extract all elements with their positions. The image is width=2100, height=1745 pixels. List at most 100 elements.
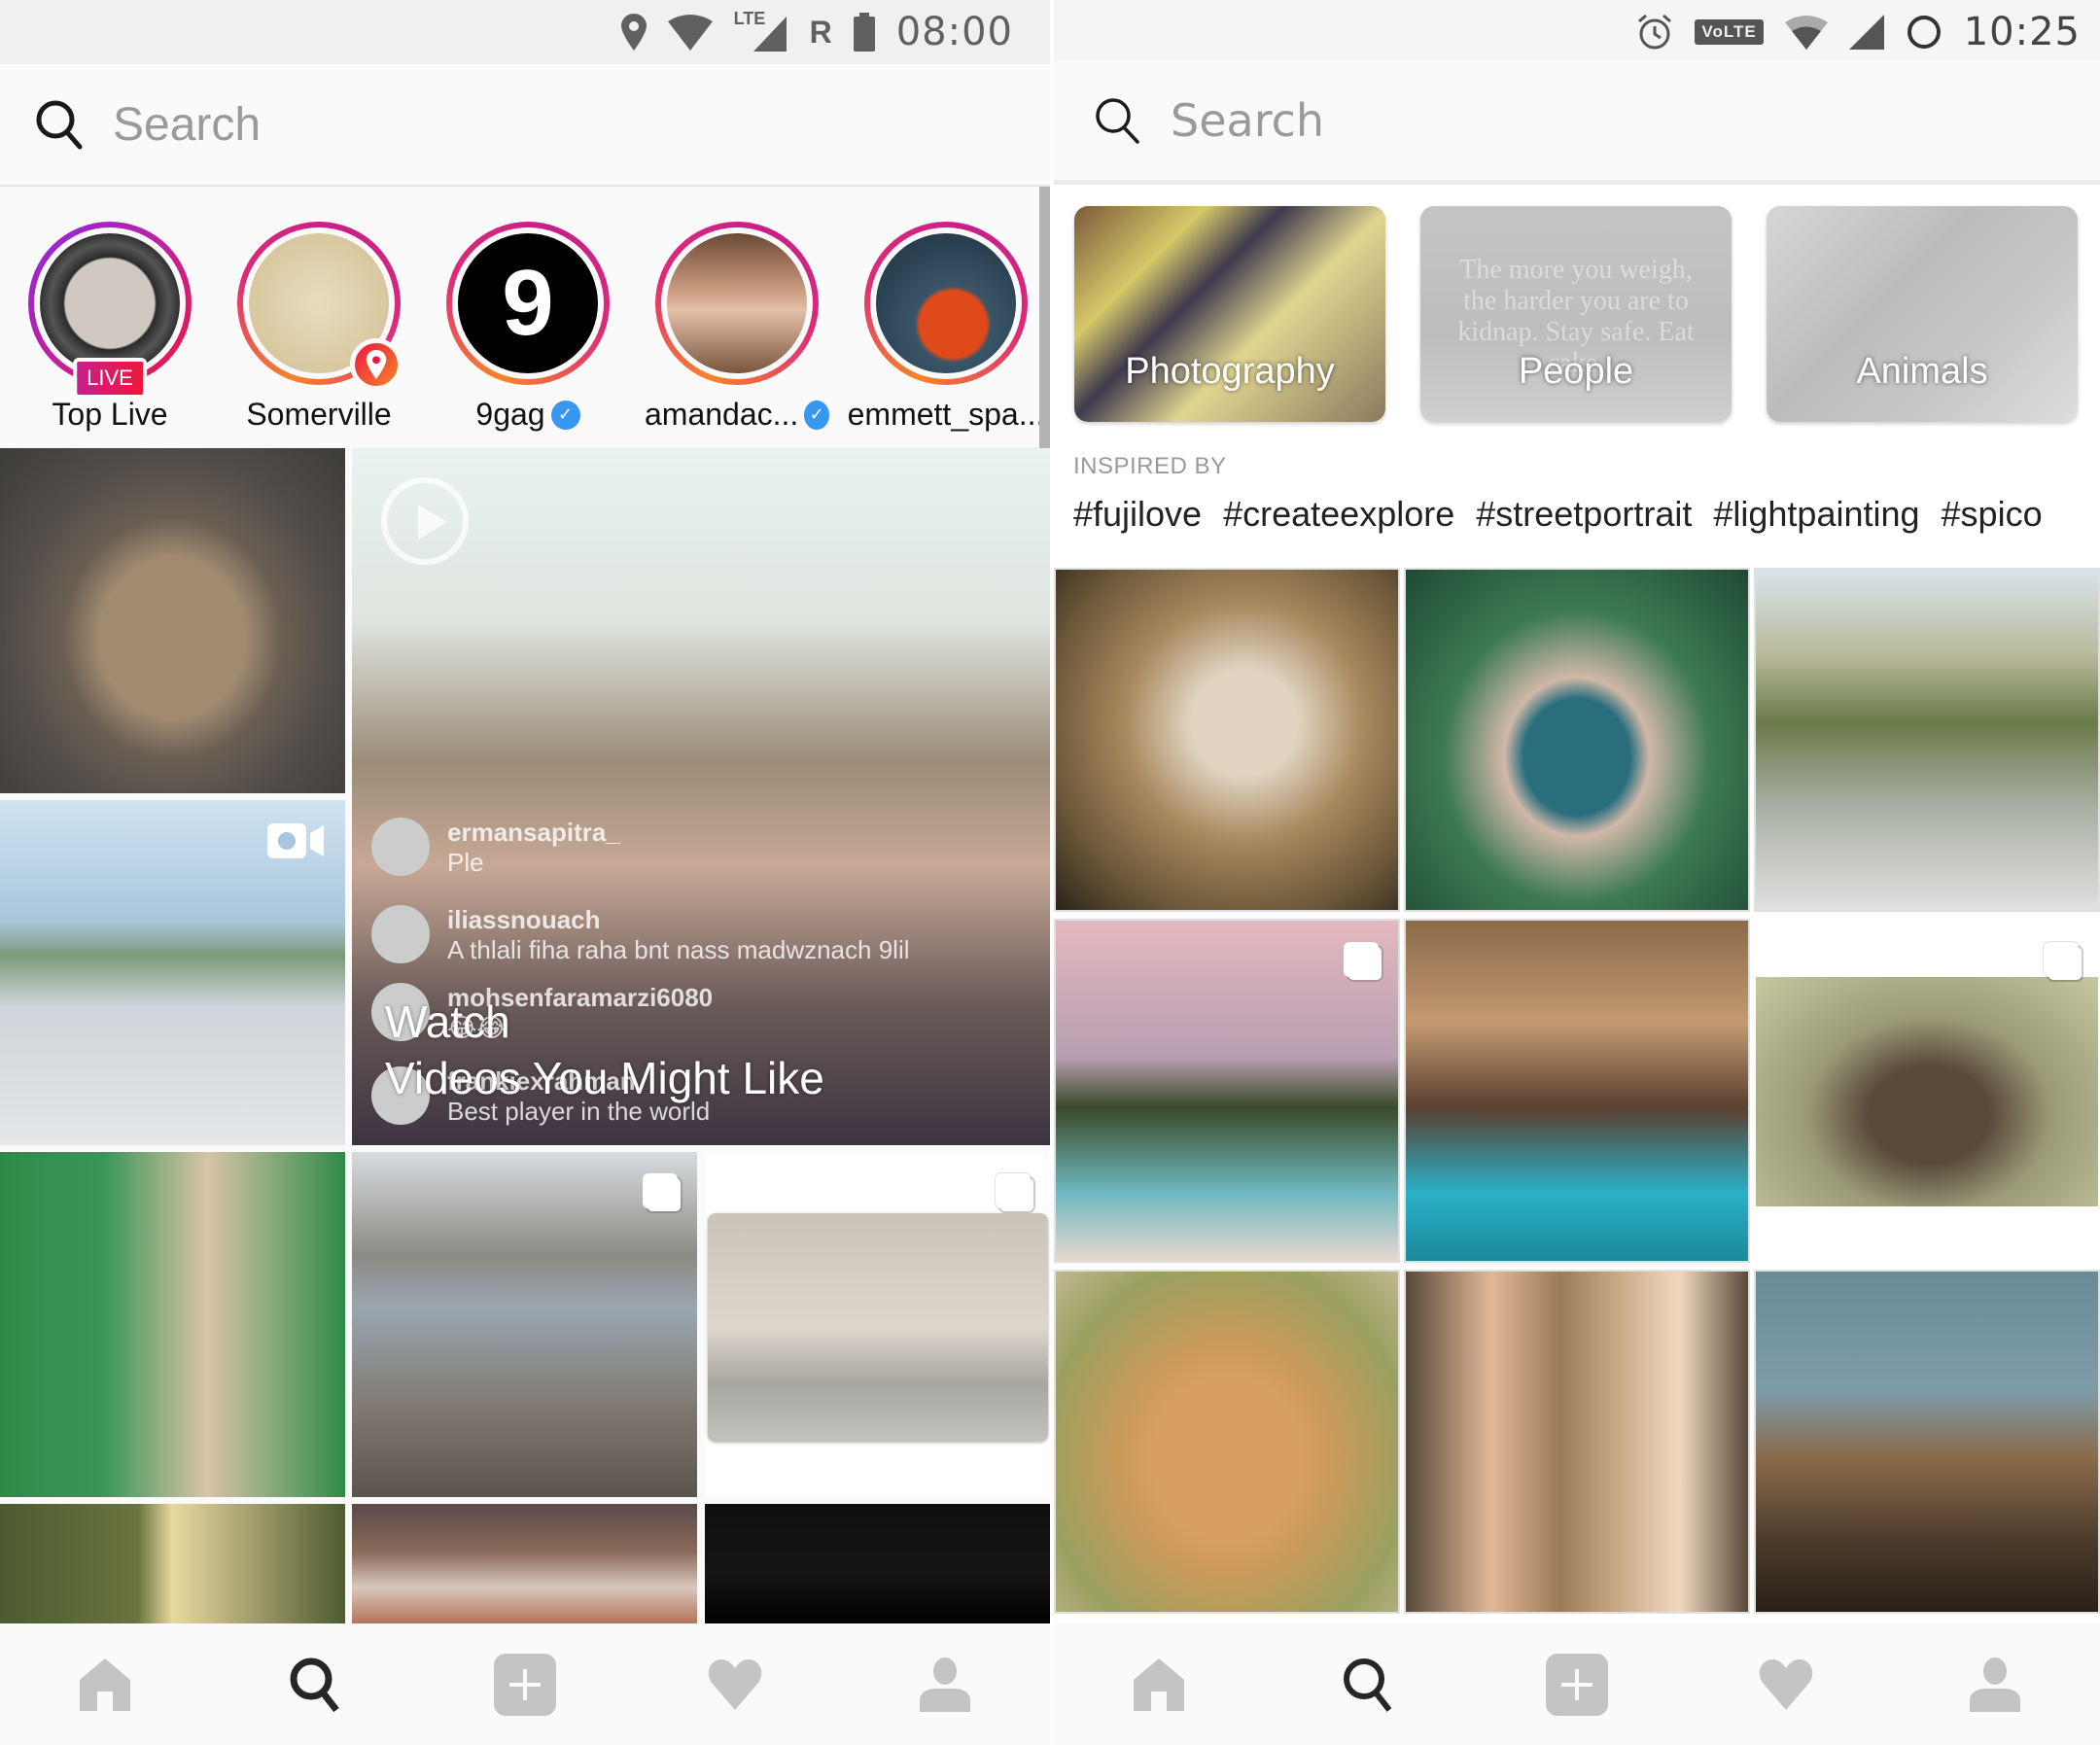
hashtag-link[interactable]: #streetportrait: [1476, 494, 1692, 535]
hashtag-link[interactable]: #lightpainting: [1713, 494, 1919, 535]
grid-tile[interactable]: [1054, 1270, 1400, 1614]
story-top-live[interactable]: LIVE Top Live: [18, 222, 202, 433]
comment-user: iliassnouach: [447, 905, 601, 934]
grid-tile[interactable]: [1054, 919, 1400, 1263]
grid-tile[interactable]: [0, 1152, 345, 1497]
search-input[interactable]: Search: [1171, 94, 1324, 147]
grid-tile[interactable]: [1754, 568, 2100, 912]
nav-activity[interactable]: [677, 1636, 793, 1733]
multiple-photos-icon: [643, 1173, 678, 1208]
grid-tile[interactable]: [705, 1504, 1050, 1623]
topic-label: People: [1518, 351, 1634, 392]
topic-card-photography[interactable]: Photography: [1074, 206, 1385, 422]
live-badge: LIVE: [73, 358, 147, 399]
grid-tile[interactable]: [0, 1504, 345, 1623]
nav-activity[interactable]: [1728, 1636, 1844, 1733]
nav-add[interactable]: [467, 1636, 583, 1733]
nav-search[interactable]: [1310, 1636, 1426, 1733]
feature-video-title: Watch Videos You Might Like: [385, 994, 824, 1106]
topic-card-people[interactable]: The more you weigh, the harder you are t…: [1420, 206, 1732, 422]
story-ring: 9: [446, 222, 610, 385]
search-icon: [36, 100, 83, 150]
sync-icon: [1907, 16, 1941, 49]
grid-tile[interactable]: [0, 800, 345, 1145]
grid-tile[interactable]: [0, 448, 345, 793]
watch-label: Watch: [385, 996, 510, 1047]
inspired-by-heading: INSPIRED BY: [1073, 453, 1227, 479]
profile-icon: [1970, 1657, 2021, 1712]
search-bar[interactable]: Search: [0, 64, 1050, 187]
grid-tile[interactable]: [1754, 919, 2100, 1263]
search-icon: [290, 1658, 339, 1712]
topic-label: Photography: [1125, 351, 1335, 392]
avatar: [876, 233, 1016, 373]
story-label: Top Live: [52, 397, 168, 432]
bottom-nav: [1054, 1623, 2100, 1745]
grid-tile[interactable]: [352, 1152, 697, 1497]
roaming-indicator: R: [809, 14, 832, 50]
multiple-photos-icon: [1344, 942, 1379, 977]
avatar: [667, 233, 807, 373]
nav-profile[interactable]: [887, 1636, 1003, 1733]
story-ring: [864, 222, 1028, 385]
status-bar: VoLTE 10:25: [1054, 0, 2100, 64]
hashtag-link[interactable]: #fujilove: [1073, 494, 1202, 535]
home-icon: [1133, 1658, 1184, 1711]
battery-icon: [853, 13, 875, 52]
status-time: 10:25: [1963, 10, 2081, 54]
hashtag-link[interactable]: #createexplore: [1223, 494, 1454, 535]
heart-icon: [708, 1658, 762, 1710]
story-amandac[interactable]: amandac... ✓: [645, 222, 829, 433]
signal-icon: [1848, 15, 1884, 50]
nav-home[interactable]: [1101, 1636, 1217, 1733]
story-ring: LIVE: [28, 222, 192, 399]
grid-tile[interactable]: [1054, 568, 1400, 912]
story-label: 9gag: [475, 397, 545, 432]
avatar: [40, 233, 180, 373]
grid-tile[interactable]: [352, 1504, 697, 1623]
story-somerville[interactable]: Somerville: [227, 222, 411, 433]
story-label: Somerville: [246, 397, 392, 432]
story-label: emmett_spa...: [847, 397, 1045, 432]
nav-add[interactable]: [1519, 1636, 1635, 1733]
multiple-photos-icon: [2044, 942, 2079, 977]
story-emmett[interactable]: emmett_spa...: [848, 222, 1044, 433]
hashtag-link[interactable]: #spico: [1942, 494, 2043, 535]
nav-profile[interactable]: [1937, 1636, 2053, 1733]
grid-tile[interactable]: [705, 1152, 1050, 1497]
comment-avatar: [371, 818, 430, 876]
grid-tile[interactable]: [1404, 568, 1750, 912]
volte-icon: VoLTE: [1695, 19, 1764, 45]
wifi-icon: [667, 15, 713, 51]
play-icon: [381, 477, 469, 565]
grid-tile[interactable]: [1404, 919, 1750, 1263]
search-bar[interactable]: Search: [1054, 60, 2100, 185]
location-icon: [620, 14, 647, 51]
story-label: amandac...: [645, 397, 799, 432]
story-ring: [655, 222, 819, 385]
feature-video-tile[interactable]: ermansapitra_ Ple iliassnouach A thlali fi…: [352, 448, 1050, 1145]
comment-user: ermansapitra_: [447, 818, 620, 847]
lte-signal-icon: LTE: [734, 9, 788, 52]
topic-card-animals[interactable]: Animals: [1767, 206, 2078, 422]
right-screen: VoLTE 10:25 Search Photography The more …: [1054, 0, 2100, 1745]
home-icon: [80, 1658, 130, 1711]
status-time: 08:00: [895, 10, 1013, 54]
nav-home[interactable]: [47, 1636, 163, 1733]
story-ring: [237, 222, 402, 391]
comment-text: Ple: [447, 848, 484, 877]
grid-tile[interactable]: [1404, 1270, 1750, 1614]
wifi-icon: [1784, 16, 1828, 50]
add-post-icon: [1545, 1653, 1608, 1716]
stories-tray: LIVE Top Live Somerville 9 9gag ✓ amandac…: [0, 189, 1050, 447]
status-bar: LTE R 08:00: [0, 0, 1050, 64]
story-9gag[interactable]: 9 9gag ✓: [436, 222, 620, 433]
search-input[interactable]: Search: [113, 98, 261, 152]
profile-icon: [920, 1657, 970, 1712]
video-icon: [267, 821, 326, 860]
videos-you-might-like-label: Videos You Might Like: [385, 1053, 824, 1103]
screen-divider: [1050, 0, 1054, 1745]
nav-search[interactable]: [257, 1636, 373, 1733]
comment-avatar: [371, 905, 430, 963]
grid-tile[interactable]: [1754, 1270, 2100, 1614]
